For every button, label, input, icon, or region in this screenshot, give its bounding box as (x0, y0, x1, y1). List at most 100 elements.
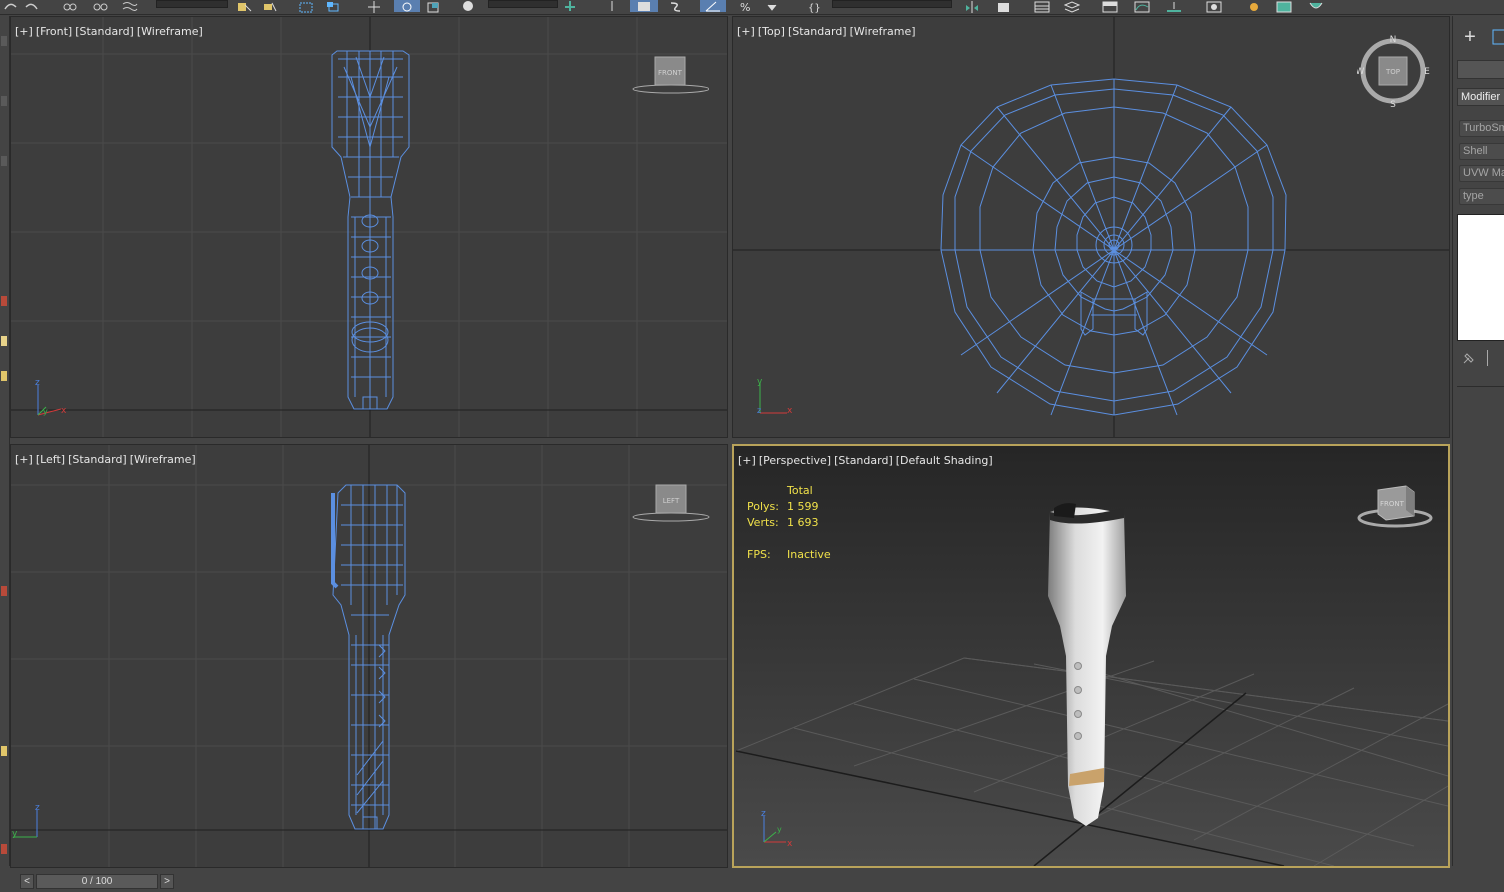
window-crossing-icon[interactable] (326, 0, 342, 12)
layout-tab[interactable] (1, 36, 7, 46)
layout-tab[interactable] (1, 156, 7, 166)
link-icon[interactable] (62, 0, 78, 12)
modifier-list-dropdown[interactable]: Modifier List (1457, 88, 1504, 106)
viewport-shading-menu[interactable]: [Wireframe] (130, 453, 196, 466)
named-selection-sets-dropdown[interactable] (832, 0, 952, 8)
viewport-shading-menu[interactable]: [Wireframe] (137, 25, 203, 38)
modifier-stack[interactable] (1457, 214, 1504, 341)
viewport-left[interactable]: z y [+] [Left] [Standard] [Wireframe] LEFT (10, 444, 728, 868)
rotate-icon[interactable] (394, 0, 420, 12)
viewport-view-menu[interactable]: [Left] (36, 453, 65, 466)
scene-explorer-icon[interactable] (1034, 0, 1050, 13)
viewport-preset-menu[interactable]: [Standard] (68, 453, 127, 466)
selection-filter-dropdown[interactable] (156, 0, 228, 8)
pivot-point-icon[interactable] (562, 0, 578, 12)
spinner-snap-icon[interactable] (764, 0, 780, 12)
modify-tab-icon[interactable] (1489, 26, 1504, 48)
curling-iron-model (1048, 503, 1126, 826)
viewport-preset-menu[interactable]: [Standard] (834, 454, 893, 467)
select-and-manipulate-icon[interactable] (604, 0, 620, 12)
viewport-view-menu[interactable]: [Perspective] (759, 454, 831, 467)
toggle-ribbon-icon[interactable] (1102, 0, 1118, 13)
rectangular-selection-icon[interactable] (298, 0, 314, 13)
viewport-view-menu[interactable]: [Front] (36, 25, 72, 38)
layout-tab[interactable] (1, 371, 7, 381)
material-editor-icon[interactable] (1206, 0, 1222, 13)
stats-total-label: Total (787, 484, 813, 497)
layout-tab[interactable] (1, 844, 7, 854)
viewport-menu-plus[interactable]: [+] (737, 25, 755, 38)
percent-snap-icon[interactable]: % (738, 0, 754, 14)
viewport-menu-plus[interactable]: [+] (738, 454, 756, 467)
select-object-icon[interactable] (236, 0, 252, 12)
perspective-grid: z x y (735, 503, 1448, 866)
undo-icon[interactable] (2, 0, 18, 12)
layout-tab[interactable] (1, 336, 7, 346)
viewport-preset-menu[interactable]: [Standard] (788, 25, 847, 38)
stats-verts-label: Verts: (747, 516, 779, 529)
viewport-label[interactable]: [+] [Front] [Standard] [Wireframe] (15, 25, 206, 38)
viewport-perspective[interactable]: z x y [+] [Perspective] [Standard] [Default… (732, 444, 1450, 868)
command-panel: + Modifier List TurboSmooth Shell UVW Ma… (1452, 16, 1504, 866)
viewcube[interactable]: FRONT (1356, 482, 1434, 530)
viewport-preset-menu[interactable]: [Standard] (75, 25, 134, 38)
curve-editor-icon[interactable] (1134, 0, 1150, 13)
modifier-shell-button[interactable]: Shell (1459, 143, 1504, 160)
viewport-shading-menu[interactable]: [Default Shading] (896, 454, 993, 467)
pin-stack-icon[interactable] (1461, 350, 1477, 371)
redo-icon[interactable] (24, 0, 40, 12)
svg-text:{}: {} (808, 3, 821, 13)
viewport-menu-plus[interactable]: [+] (15, 453, 33, 466)
named-selection-icon[interactable]: {} (806, 0, 822, 14)
keyboard-shortcut-override-icon[interactable] (630, 0, 658, 12)
object-name-field[interactable] (1457, 60, 1504, 79)
show-end-result-icon[interactable] (1487, 350, 1488, 366)
select-by-name-icon[interactable] (262, 0, 278, 12)
render-production-icon[interactable] (1308, 0, 1324, 12)
viewport-view-menu[interactable]: [Top] (758, 25, 785, 38)
viewport-front[interactable]: z x y [+] [Front] [Standard] [Wireframe] FR… (10, 16, 728, 438)
mirror-icon[interactable] (964, 0, 980, 13)
rendered-frame-window-icon[interactable] (1276, 0, 1292, 13)
snaps-toggle-icon[interactable] (668, 0, 684, 12)
move-icon[interactable] (366, 0, 382, 13)
modifier-uvw-map-button[interactable]: UVW Map (1459, 165, 1504, 182)
create-tab[interactable]: + (1459, 26, 1481, 48)
viewcube[interactable]: FRONT (629, 55, 710, 95)
svg-text:S: S (1390, 100, 1396, 109)
viewport-menu-plus[interactable]: [+] (15, 25, 33, 38)
reference-coordinate-dropdown[interactable] (488, 0, 558, 8)
scale-icon[interactable] (426, 0, 442, 13)
schematic-view-icon[interactable] (1166, 0, 1182, 12)
time-slider[interactable]: 0 / 100 (36, 874, 158, 889)
layout-tab[interactable] (1, 746, 7, 756)
layout-tab[interactable] (1, 96, 7, 106)
layout-tab[interactable] (1, 586, 7, 596)
layout-tab[interactable] (1, 296, 7, 306)
axis-tripod (759, 383, 787, 414)
placement-icon[interactable] (460, 0, 476, 12)
svg-text:y: y (43, 407, 48, 416)
render-setup-icon[interactable] (1246, 0, 1262, 12)
svg-text:W: W (1357, 67, 1365, 77)
next-frame-button[interactable]: > (160, 874, 174, 889)
align-icon[interactable] (996, 0, 1012, 12)
angle-snap-icon[interactable] (700, 0, 726, 12)
unlink-icon[interactable] (92, 0, 108, 12)
previous-frame-button[interactable]: < (20, 874, 34, 889)
svg-text:FRONT: FRONT (658, 69, 683, 77)
viewport-label[interactable]: [+] [Perspective] [Standard] [Default Shadi… (738, 454, 996, 467)
svg-text:N: N (1390, 35, 1397, 45)
viewport-label[interactable]: [+] [Top] [Standard] [Wireframe] (737, 25, 919, 38)
modifier-type-button[interactable]: type (1459, 188, 1504, 205)
bind-spacewarp-icon[interactable] (122, 0, 138, 12)
viewport-top[interactable]: y z x [+] [Top] [Standard] [Wireframe] TOP … (732, 16, 1450, 438)
svg-text:TOP: TOP (1385, 68, 1400, 76)
viewcube-compass[interactable]: TOP N S E W (1356, 33, 1431, 110)
layer-explorer-icon[interactable] (1063, 0, 1081, 13)
modifier-turbosmooth-button[interactable]: TurboSmooth (1459, 120, 1504, 137)
viewcube[interactable]: LEFT (631, 483, 711, 523)
viewport-label[interactable]: [+] [Left] [Standard] [Wireframe] (15, 453, 199, 466)
svg-text:FRONT: FRONT (1380, 500, 1405, 508)
viewport-shading-menu[interactable]: [Wireframe] (850, 25, 916, 38)
